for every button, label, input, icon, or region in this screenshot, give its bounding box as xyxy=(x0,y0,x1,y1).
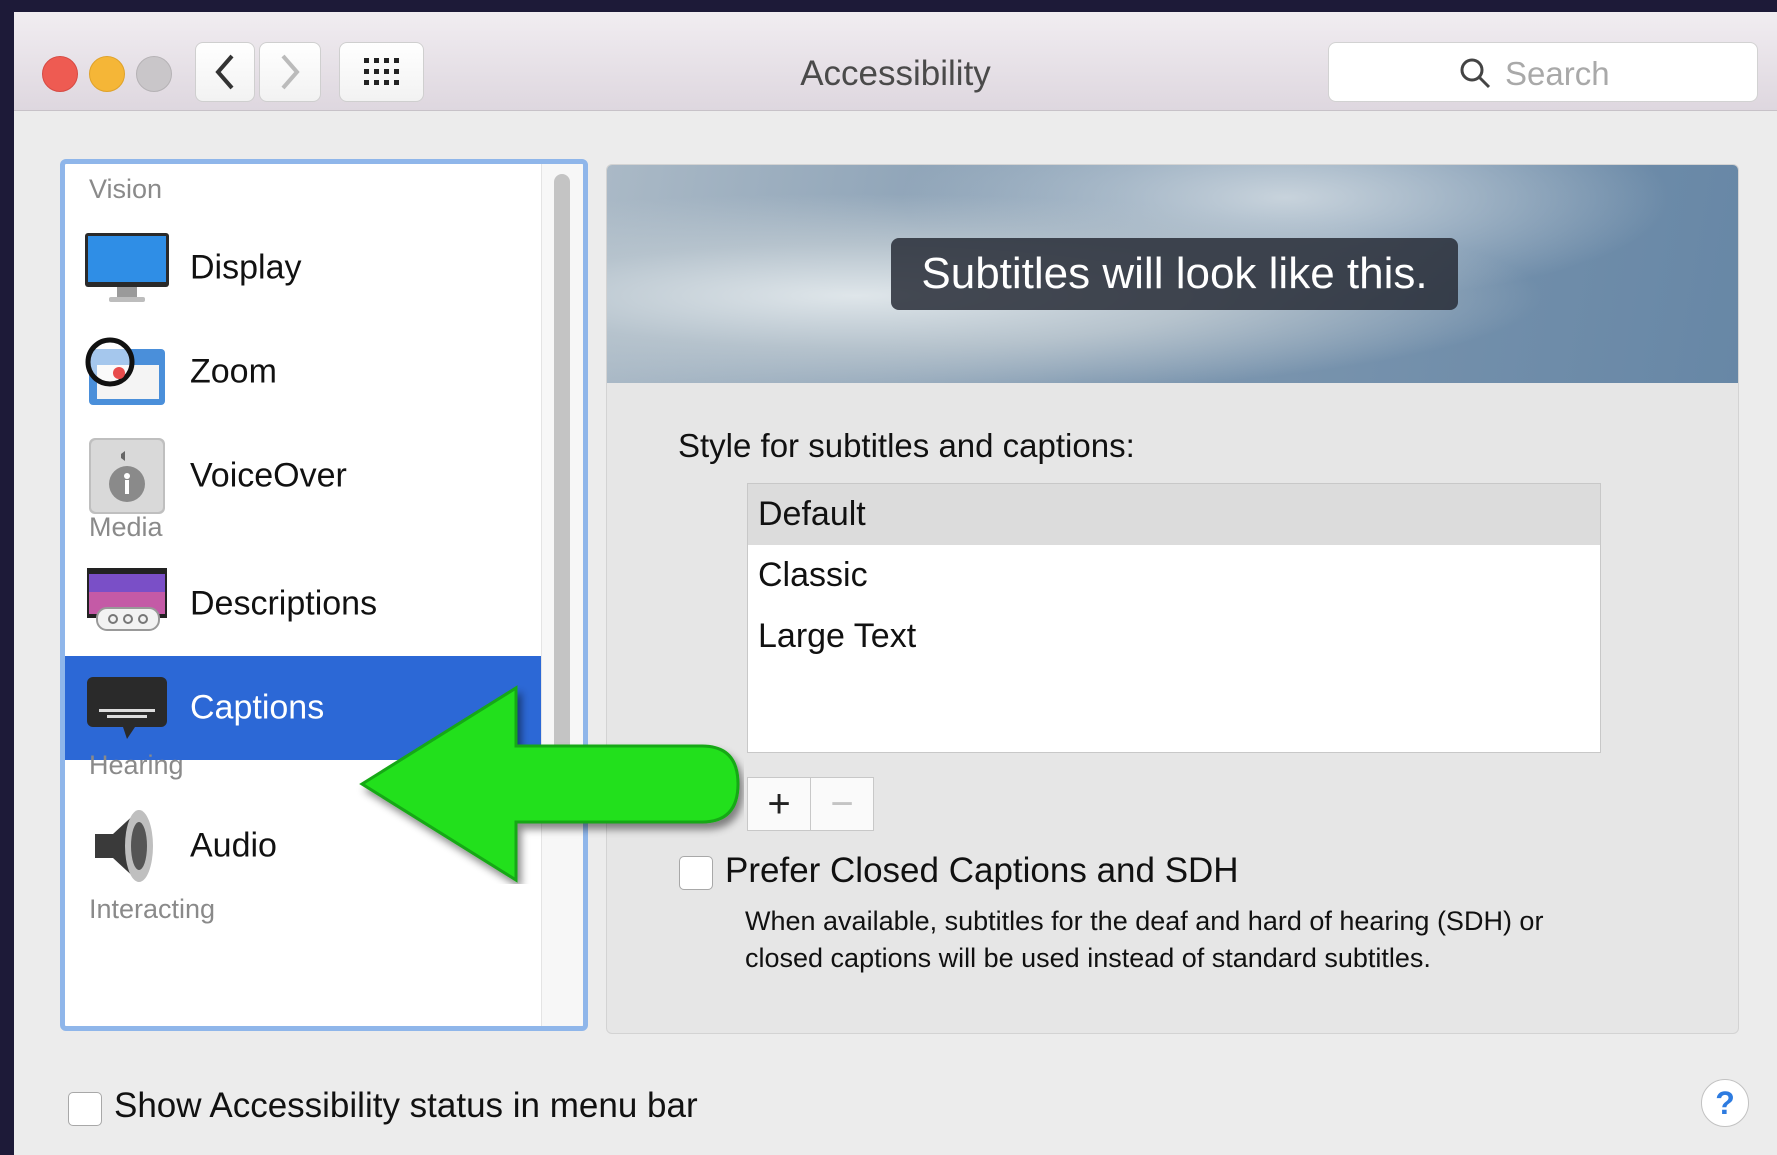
captions-icon xyxy=(87,677,167,739)
prefer-cc-label[interactable]: Prefer Closed Captions and SDH xyxy=(725,851,1239,891)
status-menu-checkbox[interactable] xyxy=(68,1092,102,1126)
zoom-icon xyxy=(85,337,165,405)
display-icon xyxy=(85,233,169,302)
subtitle-preview-text: Subtitles will look like this. xyxy=(891,238,1458,310)
sidebar-item-label: VoiceOver xyxy=(190,456,347,495)
section-interacting: Interacting xyxy=(89,894,216,924)
category-sidebar[interactable]: Vision Display Zoom VoiceOver Media Desc… xyxy=(60,159,588,1031)
sidebar-scrollbar[interactable] xyxy=(541,164,583,1026)
voiceover-icon xyxy=(89,438,165,514)
section-media: Media xyxy=(89,512,163,542)
style-row-default[interactable]: Default xyxy=(748,484,1600,545)
sidebar-item-zoom[interactable]: Zoom xyxy=(65,320,541,424)
sidebar-item-label: Display xyxy=(190,248,302,287)
section-vision: Vision xyxy=(89,174,163,204)
prefer-cc-description: When available, subtitles for the deaf a… xyxy=(745,906,1544,973)
sidebar-item-label: Captions xyxy=(190,688,325,727)
style-row-large-text[interactable]: Large Text xyxy=(748,606,1600,667)
subtitle-preview: Subtitles will look like this. xyxy=(607,165,1738,383)
scrollbar-thumb[interactable] xyxy=(554,174,570,754)
sidebar-item-display[interactable]: Display xyxy=(65,216,541,320)
status-menu-label[interactable]: Show Accessibility status in menu bar xyxy=(114,1086,698,1126)
title-bar: Accessibility Search xyxy=(14,12,1777,111)
audio-icon xyxy=(95,810,153,882)
sidebar-item-descriptions[interactable]: Descriptions xyxy=(65,552,541,656)
help-button[interactable]: ? xyxy=(1701,1079,1749,1127)
add-style-button[interactable]: + xyxy=(747,777,811,831)
search-icon xyxy=(1460,58,1491,89)
style-list-label: Style for subtitles and captions: xyxy=(678,427,1135,464)
search-field[interactable]: Search xyxy=(1328,42,1758,102)
sidebar-item-label: Descriptions xyxy=(190,584,378,623)
section-hearing: Hearing xyxy=(89,750,184,780)
captions-panel: Subtitles will look like this. Style for… xyxy=(606,164,1739,1034)
style-list[interactable]: Default Classic Large Text xyxy=(747,483,1601,753)
descriptions-icon xyxy=(87,568,167,631)
search-placeholder: Search xyxy=(1505,55,1610,92)
green-arrow-icon xyxy=(359,685,740,883)
sidebar-item-label: Audio xyxy=(190,826,277,865)
remove-style-button[interactable]: − xyxy=(810,777,874,831)
sidebar-item-label: Zoom xyxy=(190,352,277,391)
style-row-classic[interactable]: Classic xyxy=(748,545,1600,606)
preferences-window: Accessibility Search Vision Display Zoom… xyxy=(14,12,1777,1155)
